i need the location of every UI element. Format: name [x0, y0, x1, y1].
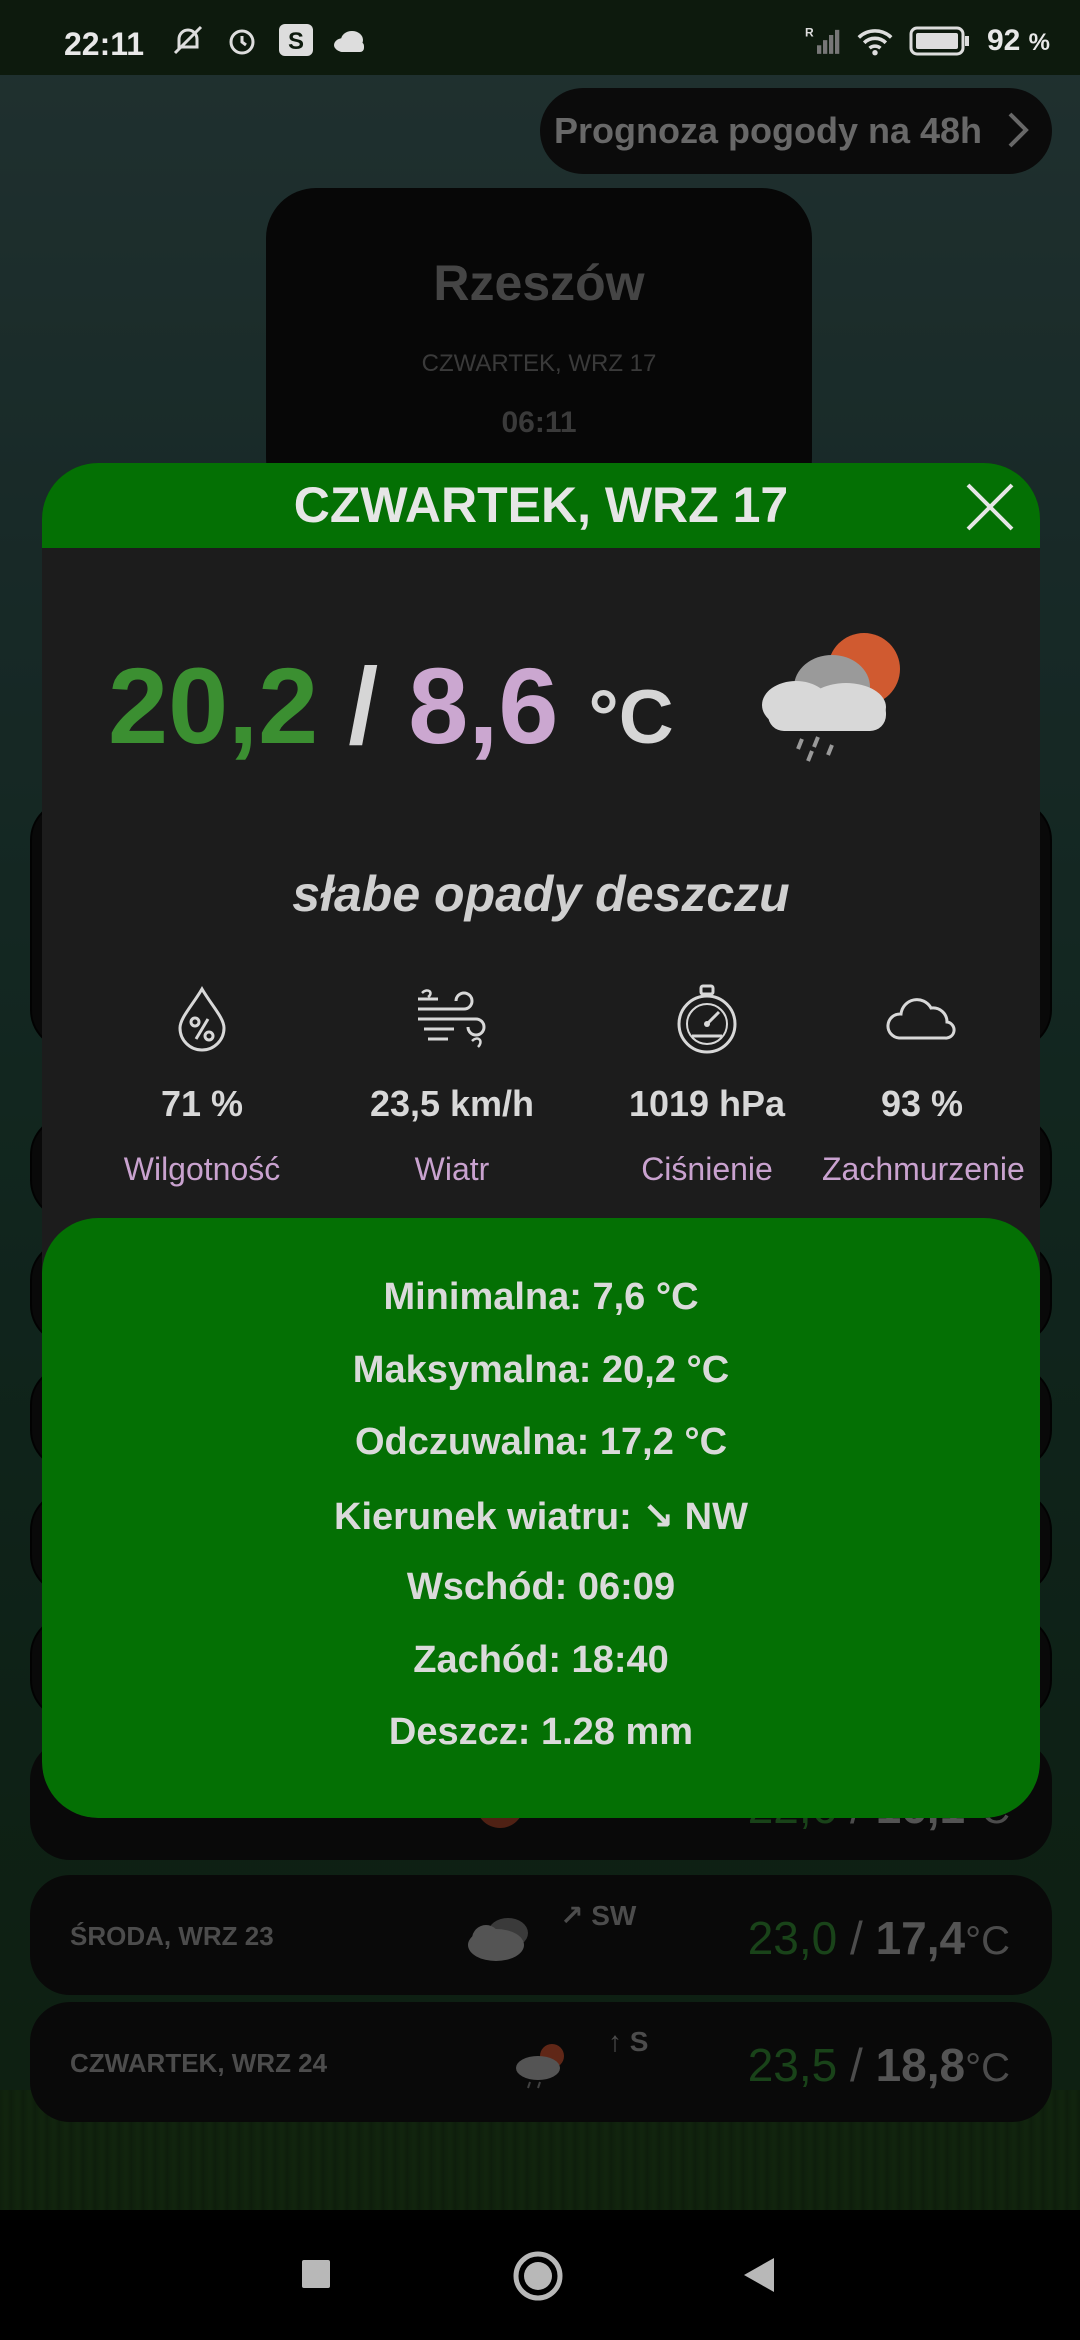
- cloudiness-value: 93 %: [880, 1083, 964, 1124]
- detail-feels-like: Odczuwalna: 17,2 °C: [354, 1421, 728, 1463]
- recents-button[interactable]: [300, 2258, 332, 2295]
- wind-label: Wiatr: [414, 1151, 490, 1187]
- humidity-label: Wilgotność: [123, 1151, 281, 1187]
- navigation-bar: [0, 2210, 1080, 2340]
- back-button[interactable]: [742, 2256, 776, 2299]
- min-temp: 8,6: [408, 645, 559, 766]
- max-temp: 20,2: [108, 645, 319, 766]
- status-time: 22:11: [64, 26, 145, 62]
- cloud-sun-rain-icon: [756, 625, 906, 770]
- detail-min-temp: Minimalna: 7,6 °C: [383, 1276, 699, 1318]
- pressure-value: 1019 hPa: [628, 1083, 786, 1124]
- weather-description: słabe opady deszczu: [292, 866, 790, 922]
- cloudiness-stat: 93 % Zachmurzenie: [822, 983, 1025, 1188]
- humidity-icon: [87, 983, 317, 1055]
- cloud-icon: [822, 983, 1022, 1055]
- humidity-stat: 71 % Wilgotność: [87, 983, 317, 1188]
- battery-icon: [909, 25, 971, 57]
- day-details-dialog: CZWARTEK, WRZ 17 20,2 / 8,6 °C słabe opa…: [42, 463, 1040, 1818]
- wind-value: 23,5 km/h: [369, 1083, 535, 1124]
- signal-icon: R: [805, 25, 841, 57]
- detail-sunset: Zachód: 18:40: [413, 1638, 669, 1681]
- pressure-stat: 1019 hPa Ciśnienie: [592, 983, 822, 1188]
- temp-separator: /: [348, 645, 379, 766]
- battery-level: 92: [986, 24, 1021, 57]
- status-bar: 22:11 S R 92 %: [0, 0, 1080, 75]
- dialog-header: CZWARTEK, WRZ 17: [42, 463, 1040, 548]
- pressure-label: Ciśnienie: [641, 1151, 773, 1187]
- wind-icon: [337, 983, 567, 1055]
- wind-stat: 23,5 km/h Wiatr: [337, 983, 567, 1188]
- svg-text:R: R: [805, 26, 814, 40]
- dialog-title: CZWARTEK, WRZ 17: [293, 477, 789, 533]
- close-icon[interactable]: [964, 481, 1016, 533]
- battery-unit: %: [1028, 29, 1050, 56]
- details-panel: Minimalna: 7,6 °C Maksymalna: 20,2 °C Od…: [42, 1218, 1040, 1818]
- home-button[interactable]: [512, 2250, 564, 2307]
- cloudiness-label: Zachmurzenie: [822, 1151, 1025, 1187]
- detail-sunrise: Wschód: 06:09: [406, 1566, 676, 1608]
- bell-off-icon: [170, 24, 206, 56]
- detail-rain: Deszcz: 1.28 mm: [388, 1711, 694, 1753]
- detail-max-temp: Maksymalna: 20,2 °C: [352, 1348, 730, 1391]
- humidity-value: 71 %: [160, 1083, 244, 1124]
- app-s-icon: S: [278, 24, 314, 56]
- temp-unit: °C: [588, 675, 674, 760]
- alarm-clock-icon: [224, 24, 260, 56]
- temperature-range: 20,2 / 8,6 °C: [108, 643, 674, 768]
- wifi-icon: [857, 25, 893, 57]
- cloud-icon: [332, 24, 368, 56]
- detail-wind-direction: Kierunek wiatru: ↘ NW: [334, 1495, 748, 1538]
- svg-text:S: S: [288, 28, 304, 55]
- pressure-gauge-icon: [592, 983, 822, 1055]
